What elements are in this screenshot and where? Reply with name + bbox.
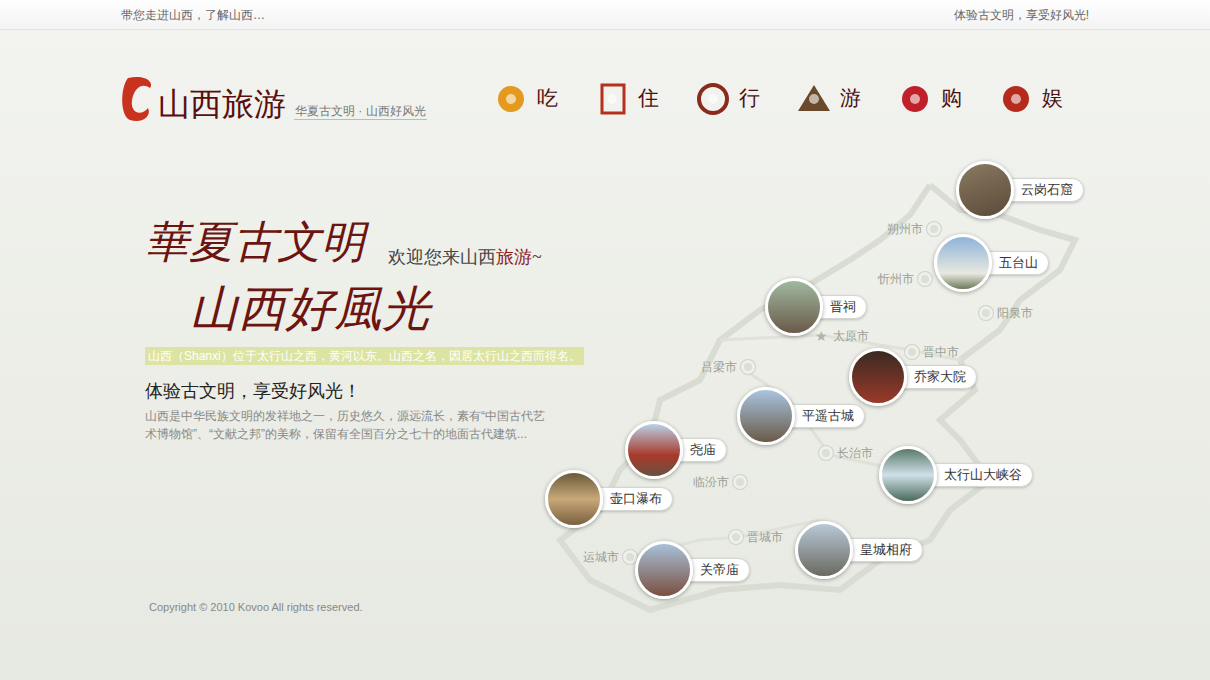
attraction-photo <box>795 521 853 579</box>
city-marker[interactable]: ★太原市 <box>815 327 869 345</box>
attraction-photo <box>765 278 823 336</box>
attraction-label: 关帝庙 <box>683 558 750 582</box>
attraction-pin[interactable]: 皇城相府 <box>795 521 923 579</box>
city-marker[interactable]: 晋城市 <box>729 528 783 546</box>
intro-highlight: 山西（Shanxi）位于太行山之西，黄河以东。山西之名，因居太行山之西而得名。 <box>145 347 584 365</box>
nav-item[interactable]: 游 <box>794 79 895 119</box>
attraction-photo <box>635 541 693 599</box>
attraction-pin[interactable]: 关帝庙 <box>635 541 750 599</box>
nav-item[interactable]: 购 <box>895 79 996 119</box>
attraction-label: 皇城相府 <box>843 538 923 562</box>
city-dot-icon <box>729 530 743 544</box>
attraction-label: 平遥古城 <box>785 404 865 428</box>
page: 带您走进山西，了解山西… 体验古文明，享受好风光! 山西旅游华夏古文明 · 山西好风… <box>0 0 1210 680</box>
header: 山西旅游华夏古文明 · 山西好风光 吃住行游购娱 <box>0 30 1210 124</box>
city-dot-icon <box>918 272 932 286</box>
star-icon: ★ <box>815 329 829 343</box>
city-dot-icon <box>905 345 919 359</box>
attraction-pin[interactable]: 云岗石窟 <box>956 161 1084 219</box>
attraction-pin[interactable]: 晋祠 <box>765 278 867 336</box>
attraction-photo <box>849 348 907 406</box>
attraction-label: 五台山 <box>982 251 1049 275</box>
hero-body: 山西是中华民族文明的发祥地之一，历史悠久，源远流长，素有“中国古代艺术博物馆”、… <box>145 407 550 443</box>
copyright: Copyright © 2010 Kovoo All rights reserv… <box>149 599 363 616</box>
city-dot-icon <box>927 222 941 236</box>
nav-icon <box>693 79 733 119</box>
city-marker[interactable]: 阳泉市 <box>979 304 1033 322</box>
top-bar-right: 体验古文明，享受好风光! <box>954 6 1089 24</box>
attraction-label: 壶口瀑布 <box>593 487 673 511</box>
attraction-photo <box>737 387 795 445</box>
top-bar: 带您走进山西，了解山西… 体验古文明，享受好风光! <box>0 0 1210 30</box>
city-marker[interactable]: 临汾市 <box>693 473 747 491</box>
welcome: 欢迎您来山西旅游~ <box>388 244 542 271</box>
city-marker[interactable]: 朔州市 <box>887 220 941 238</box>
city-dot-icon <box>819 446 833 460</box>
nav-icon <box>895 79 935 119</box>
main-nav: 吃住行游购娱 <box>491 79 1097 119</box>
nav-icon <box>592 79 632 119</box>
city-dot-icon <box>979 306 993 320</box>
nav-item[interactable]: 吃 <box>491 79 592 119</box>
calligraphy: 華夏古文明山西好風光欢迎您来山西旅游~ <box>145 208 600 343</box>
nav-item[interactable]: 住 <box>592 79 693 119</box>
city-marker[interactable]: 运城市 <box>583 548 637 566</box>
nav-icon <box>491 79 531 119</box>
logo-title: 山西旅游 <box>158 84 286 124</box>
attraction-pin[interactable]: 平遥古城 <box>737 387 865 445</box>
top-bar-left: 带您走进山西，了解山西… <box>121 6 265 24</box>
logo-subtitle: 华夏古文明 · 山西好风光 <box>294 103 427 120</box>
logo-icon <box>120 74 156 124</box>
attraction-pin[interactable]: 乔家大院 <box>849 348 977 406</box>
attraction-photo <box>545 470 603 528</box>
hero-heading: 体验古文明，享受好风光！ <box>145 379 600 403</box>
attraction-photo <box>934 234 992 292</box>
city-marker[interactable]: 忻州市 <box>878 270 932 288</box>
attraction-label: 云岗石窟 <box>1004 178 1084 202</box>
attraction-photo <box>625 421 683 479</box>
nav-icon <box>794 79 834 119</box>
nav-icon <box>996 79 1036 119</box>
nav-item[interactable]: 行 <box>693 79 794 119</box>
logo[interactable]: 山西旅游华夏古文明 · 山西好风光 <box>120 74 427 124</box>
nav-item[interactable]: 娱 <box>996 79 1097 119</box>
attraction-pin[interactable]: 尧庙 <box>625 421 727 479</box>
attraction-label: 乔家大院 <box>897 365 977 389</box>
city-marker[interactable]: 吕梁市 <box>701 358 755 376</box>
city-dot-icon <box>741 360 755 374</box>
city-marker[interactable]: 晋中市 <box>905 343 959 361</box>
attraction-photo <box>956 161 1014 219</box>
city-marker[interactable]: 长治市 <box>819 444 873 462</box>
attraction-photo <box>879 446 937 504</box>
city-dot-icon <box>733 475 747 489</box>
attraction-pin[interactable]: 五台山 <box>934 234 1049 292</box>
hero: 華夏古文明山西好風光欢迎您来山西旅游~ 山西（Shanxi）位于太行山之西，黄河以… <box>0 208 600 443</box>
attraction-pin[interactable]: 太行山大峡谷 <box>879 446 1033 504</box>
attraction-label: 太行山大峡谷 <box>927 463 1033 487</box>
